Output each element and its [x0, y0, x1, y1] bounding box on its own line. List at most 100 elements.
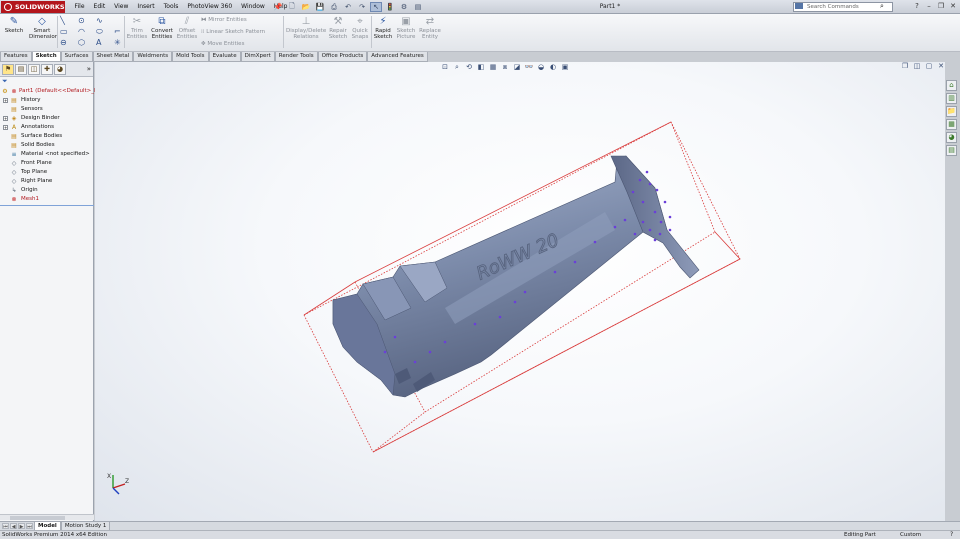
smart-dimension-button[interactable]: ◇ Smart Dimension	[29, 16, 58, 40]
circle-icon[interactable]: ⊙	[78, 16, 85, 25]
tab-features[interactable]: Features	[0, 52, 32, 62]
tree-item[interactable]: ▤ Surface Bodies	[0, 132, 93, 141]
menu-tools[interactable]: Tools	[159, 0, 183, 14]
convert-entities-button[interactable]: ⧉ Convert Entities	[150, 16, 174, 40]
property-manager-tab-icon[interactable]: ▤	[15, 64, 27, 75]
solidworks-logo[interactable]: SOLIDWORKS	[1, 1, 65, 13]
display-manager-tab-icon[interactable]: ◕	[54, 64, 66, 75]
tree-root-part[interactable]: ⚙ ⊗ Part1 (Default<<Default>_Display	[0, 87, 114, 96]
spline-icon[interactable]: ∿	[96, 16, 103, 25]
rectangle-icon[interactable]: ▭	[60, 27, 68, 36]
trim-entities-button[interactable]: ✂ Trim Entities	[126, 16, 148, 40]
tab-mold-tools[interactable]: Mold Tools	[172, 52, 209, 62]
view-palette-icon[interactable]: ▦	[946, 119, 957, 130]
sketch-picture-button[interactable]: ▣ Sketch Picture	[395, 16, 417, 40]
minimize-icon[interactable]: –	[924, 1, 934, 11]
close-icon[interactable]: ✕	[948, 1, 958, 11]
undo-icon[interactable]: ↶	[342, 2, 354, 12]
print-icon[interactable]: ⎙	[328, 2, 340, 12]
restore-icon[interactable]: ❐	[936, 1, 946, 11]
tree-item[interactable]: + ▤ History	[0, 96, 93, 105]
dimxpert-manager-tab-icon[interactable]: ✚	[41, 64, 53, 75]
unit-system-selector[interactable]: Custom	[900, 531, 921, 539]
arc-icon[interactable]: ◠	[78, 27, 85, 36]
quick-tips-help-icon[interactable]: ?	[950, 531, 953, 539]
expand-icon[interactable]: +	[3, 125, 8, 130]
tab-dimxpert[interactable]: DimXpert	[240, 52, 275, 62]
move-entities-button[interactable]: ✥ Move Entities	[201, 41, 244, 47]
last-tab-icon[interactable]: ⏭	[26, 523, 33, 530]
first-tab-icon[interactable]: ⏮	[2, 523, 9, 530]
view-settings-icon[interactable]: ▣	[560, 63, 570, 72]
appearances-icon[interactable]: ◕	[946, 132, 957, 143]
repair-sketch-button[interactable]: ⚒ Repair Sketch	[328, 16, 348, 40]
tree-item[interactable]: ⊗ Mesh1	[0, 195, 93, 204]
next-tab-icon[interactable]: ▶	[18, 523, 25, 530]
select-icon[interactable]: ↖	[370, 2, 382, 12]
panel-horizontal-scrollbar[interactable]	[0, 514, 94, 520]
options-icon[interactable]: ⚙	[398, 2, 410, 12]
display-delete-relations-button[interactable]: ⊥ Display/Delete Relations	[286, 16, 326, 40]
apply-scene-icon[interactable]: ◐	[548, 63, 558, 72]
tab-evaluate[interactable]: Evaluate	[208, 52, 241, 62]
tab-render-tools[interactable]: Render Tools	[274, 52, 318, 62]
mesh-model-view[interactable]: RoWW 20	[95, 62, 945, 521]
tree-item[interactable]: ≡ Material <not specified>	[0, 150, 93, 159]
feature-manager-tab-icon[interactable]: ⚑	[2, 64, 14, 75]
viewport-restore-icon[interactable]: ❐	[900, 62, 910, 71]
tree-item[interactable]: ◇ Right Plane	[0, 177, 93, 186]
mirror-entities-button[interactable]: ⧓ Mirror Entities	[201, 17, 247, 23]
tab-sketch[interactable]: Sketch	[31, 52, 61, 62]
tab-advanced-features[interactable]: Advanced Features	[367, 52, 428, 62]
configuration-manager-tab-icon[interactable]: ◫	[28, 64, 40, 75]
turbine-blade-mesh[interactable]: RoWW 20	[332, 155, 700, 398]
design-library-icon[interactable]: ▥	[946, 93, 957, 104]
file-explorer-icon[interactable]: 📁	[946, 106, 957, 117]
redo-icon[interactable]: ↷	[356, 2, 368, 12]
rapid-sketch-button[interactable]: ⚡ Rapid Sketch	[373, 16, 393, 40]
menu-edit[interactable]: Edit	[89, 0, 110, 14]
tree-item[interactable]: + ◈ Design Binder	[0, 114, 93, 123]
tree-filter-icon[interactable]: ⏷	[0, 77, 93, 86]
new-document-icon[interactable]: 🗋	[286, 2, 298, 12]
prev-tab-icon[interactable]: ◀	[10, 523, 17, 530]
save-icon[interactable]: 💾	[314, 2, 326, 12]
fillet-icon[interactable]: ⌐	[114, 27, 121, 36]
tree-item[interactable]: ▤ Sensors	[0, 105, 93, 114]
zoom-to-area-icon[interactable]: ⌕	[452, 63, 462, 72]
quick-snaps-button[interactable]: ⌖ Quick Snaps	[350, 16, 370, 40]
offset-entities-button[interactable]: ⫽ Offset Entities	[176, 16, 198, 40]
open-icon[interactable]: 📂	[300, 2, 312, 12]
expand-icon[interactable]: +	[3, 98, 8, 103]
linear-pattern-button[interactable]: ⁞⁞ Linear Sketch Pattern	[201, 29, 265, 35]
polygon-icon[interactable]: ⬡	[78, 38, 85, 47]
tree-item[interactable]: ▤ Solid Bodies	[0, 141, 93, 150]
tree-item[interactable]: ◇ Top Plane	[0, 168, 93, 177]
menu-window[interactable]: Window	[237, 0, 270, 14]
rebuild-icon[interactable]: 🚦	[384, 2, 396, 12]
tree-item[interactable]: + A Annotations	[0, 123, 93, 132]
replace-entity-button[interactable]: ⇄ Replace Entity	[419, 16, 441, 40]
dynamic-annotation-icon[interactable]: ▦	[488, 63, 498, 72]
scroll-thumb[interactable]	[10, 516, 65, 520]
ellipse-icon[interactable]: ⬭	[96, 27, 103, 37]
pin-icon[interactable]: 📌	[272, 2, 284, 12]
tree-item[interactable]: ◇ Front Plane	[0, 159, 93, 168]
tab-surfaces[interactable]: Surfaces	[60, 52, 93, 62]
customize-icon[interactable]: ▤	[412, 2, 424, 12]
point-icon[interactable]: ✳	[114, 38, 121, 47]
menu-photoview[interactable]: PhotoView 360	[183, 0, 237, 14]
viewport-maximize-icon[interactable]: ▢	[924, 62, 934, 71]
more-tabs-icon[interactable]: »	[87, 64, 91, 74]
edit-appearance-icon[interactable]: ◒	[536, 63, 546, 72]
text-icon[interactable]: A	[96, 38, 101, 47]
graphics-area[interactable]: RoWW 20 ⊡ ⌕ ⟲ ◧ ▦ ⧈ ◪ 👓 ◒ ◐ ▣ ❐ ◫ ▢ ✕ Z …	[95, 62, 945, 521]
help-icon[interactable]: ?	[912, 1, 922, 11]
search-commands-input[interactable]: Search Commands	[793, 2, 893, 12]
magnifier-icon[interactable]: ⌕	[880, 2, 884, 11]
previous-view-icon[interactable]: ⟲	[464, 63, 474, 72]
custom-properties-icon[interactable]: ▤	[946, 145, 957, 156]
section-view-icon[interactable]: ◧	[476, 63, 486, 72]
rollback-bar[interactable]	[0, 205, 94, 206]
search-scope-icon[interactable]	[795, 3, 803, 9]
